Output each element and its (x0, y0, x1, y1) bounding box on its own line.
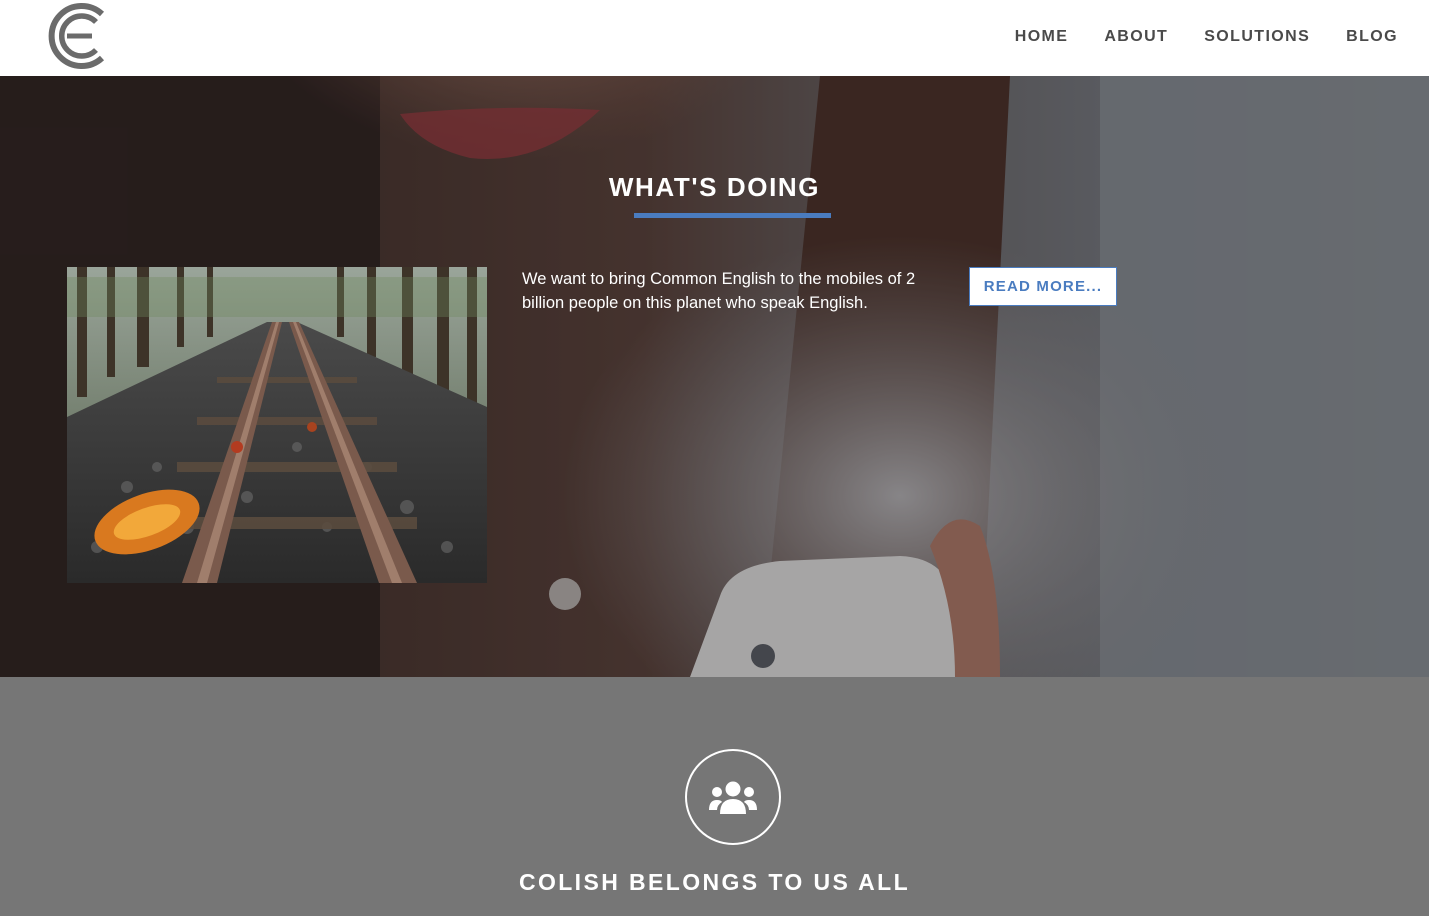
railway-tracks-photo (67, 267, 487, 583)
community-title: COLISH BELONGS TO US ALL (518, 869, 911, 895)
title-underline (634, 213, 831, 218)
whats-doing-section: WHAT'S DOING We want to bring Common Eng… (0, 76, 1429, 677)
whats-doing-description: We want to bring Common English to the m… (522, 270, 916, 312)
nav-home[interactable]: HOME (1015, 28, 1069, 46)
main-nav: HOME ABOUT SOLUTIONS BLOG (979, 28, 1398, 46)
section-title: WHAT'S DOING (608, 172, 821, 202)
users-group-icon (685, 749, 781, 845)
community-section: COLISH BELONGS TO US ALL (0, 677, 1429, 916)
nav-solutions[interactable]: SOLUTIONS (1204, 28, 1310, 46)
ce-logo-icon[interactable] (46, 0, 114, 72)
nav-blog[interactable]: BLOG (1346, 28, 1398, 46)
site-header: HOME ABOUT SOLUTIONS BLOG (0, 0, 1429, 76)
read-more-button[interactable]: READ MORE... (969, 267, 1117, 306)
nav-about[interactable]: ABOUT (1104, 28, 1168, 46)
